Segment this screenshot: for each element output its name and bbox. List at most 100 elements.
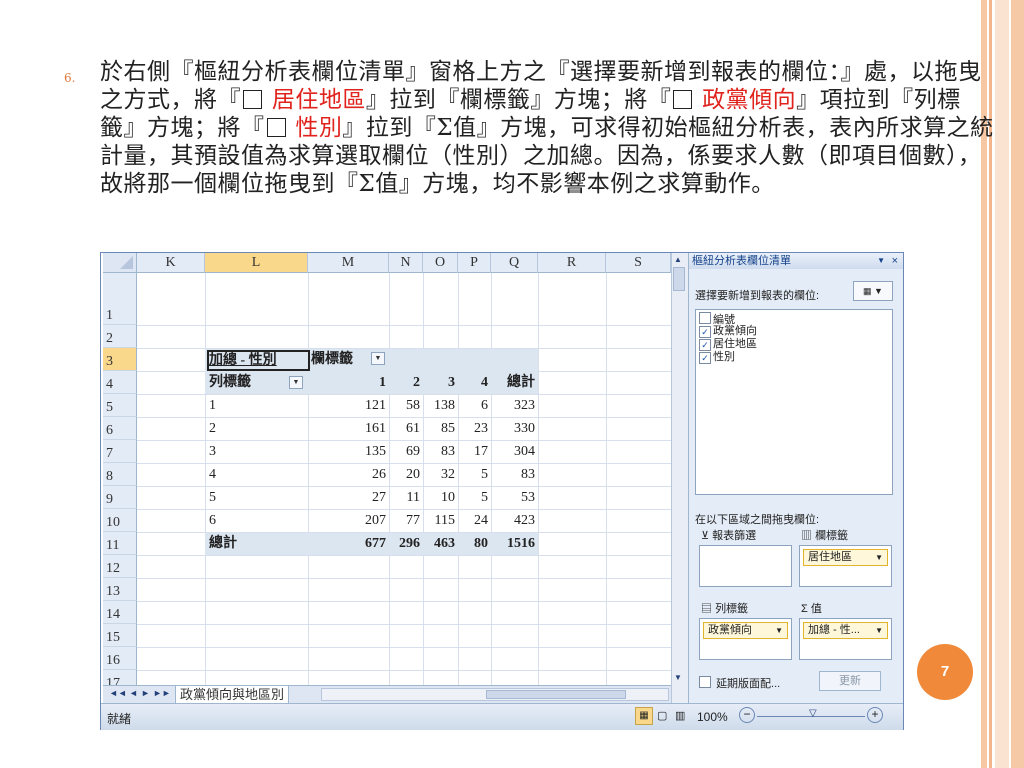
pivot-cell: 11 <box>406 490 420 505</box>
row-header[interactable]: 16 <box>103 647 137 670</box>
pivot-row-total: 330 <box>514 421 535 436</box>
row-header[interactable]: 11 <box>103 532 137 555</box>
column-header-o[interactable]: O <box>423 253 458 273</box>
field-checkbox[interactable]: ✓ <box>699 339 711 351</box>
scroll-thumb[interactable] <box>673 267 685 291</box>
field-item[interactable]: ✓ 性別 <box>699 351 735 364</box>
chevron-down-icon[interactable]: ▼ <box>875 550 883 565</box>
pivot-row-key: 2 <box>209 421 216 436</box>
next-sheet-icon[interactable]: ► <box>141 688 150 698</box>
row-header[interactable]: 17 <box>103 670 137 685</box>
pivot-cell: 23 <box>474 421 488 436</box>
field-label: 居住地區 <box>713 338 757 350</box>
zoom-in-icon[interactable]: + <box>867 707 883 723</box>
values-area[interactable]: 加總 - 性... ▼ <box>799 618 892 660</box>
row-header[interactable]: 2 <box>103 325 137 348</box>
pivot-col-key: 3 <box>448 375 455 390</box>
close-icon[interactable]: × <box>892 253 898 269</box>
update-button[interactable]: 更新 <box>819 671 881 691</box>
column-labels-area[interactable]: 居住地區 ▼ <box>799 545 892 587</box>
row-header[interactable]: 13 <box>103 578 137 601</box>
zoom-slider-thumb[interactable]: ▽ <box>809 708 817 719</box>
pane-menu-icon[interactable]: ▼ <box>877 253 885 269</box>
zoom-out-icon[interactable]: − <box>739 707 755 723</box>
zoom-level[interactable]: 100% <box>697 710 728 724</box>
row-labels-area[interactable]: 政黨傾向 ▼ <box>699 618 792 660</box>
row-header[interactable]: 12 <box>103 555 137 578</box>
layout-options-button[interactable]: ▦ ▼ <box>853 281 893 301</box>
field-checkbox[interactable]: ✓ <box>699 326 711 338</box>
drag-areas-label: 在以下區域之間拖曳欄位: <box>695 514 820 526</box>
decor-stripe <box>995 0 1009 768</box>
prev-sheet-icon[interactable]: ◄ <box>129 688 138 698</box>
normal-view-icon[interactable]: ▦ <box>635 707 653 725</box>
value-field-chip[interactable]: 加總 - 性... ▼ <box>803 622 888 639</box>
field-item[interactable]: ✓ 政黨傾向 <box>699 325 757 338</box>
page-layout-view-icon[interactable]: ▢ <box>657 709 667 722</box>
defer-layout-option[interactable]: 延期版面配... <box>699 675 780 691</box>
row-header[interactable]: 3 <box>103 348 137 371</box>
pivot-column-total: 677 <box>365 536 386 551</box>
pivot-column-total: 463 <box>434 536 455 551</box>
pivot-cell: 6 <box>481 398 488 413</box>
row-header[interactable]: 14 <box>103 601 137 624</box>
field-checkbox[interactable]: ✓ <box>699 352 711 364</box>
row-header[interactable]: 1 <box>103 273 137 325</box>
field-checklist: 編號 ✓ 政黨傾向 ✓ 居住地區 ✓ 性別 <box>695 309 893 495</box>
hscroll-thumb[interactable] <box>486 690 626 699</box>
pivot-cell: 69 <box>406 444 420 459</box>
column-field-chip[interactable]: 居住地區 ▼ <box>803 549 888 566</box>
column-header-p[interactable]: P <box>458 253 491 273</box>
worksheet-grid: K L M N O P Q R S 1 2 3 4 5 6 7 8 9 10 1… <box>103 253 671 685</box>
row-field-chip[interactable]: 政黨傾向 ▼ <box>703 622 788 639</box>
column-header-r[interactable]: R <box>538 253 606 273</box>
field-label: 性別 <box>713 351 735 363</box>
pivot-corner-label[interactable]: 加總 - 性別 <box>207 350 310 371</box>
row-header[interactable]: 6 <box>103 417 137 440</box>
pivot-grand-total: 1516 <box>507 536 535 551</box>
pivot-cell: 5 <box>481 490 488 505</box>
row-header[interactable]: 15 <box>103 624 137 647</box>
pivot-cell: 17 <box>474 444 488 459</box>
last-sheet-icon[interactable]: ►► <box>153 688 171 698</box>
vertical-scrollbar[interactable]: ▲ ▼ <box>671 253 688 703</box>
row-header[interactable]: 10 <box>103 509 137 532</box>
pivot-row-total: 423 <box>514 513 535 528</box>
pivot-total-label: 總計 <box>209 536 237 551</box>
pivot-row-key: 4 <box>209 467 216 482</box>
chevron-down-icon[interactable]: ▼ <box>875 623 883 638</box>
row-header[interactable]: 4 <box>103 371 137 394</box>
row-header[interactable]: 9 <box>103 486 137 509</box>
chevron-down-icon[interactable]: ▼ <box>775 623 783 638</box>
pivot-col-labels-title[interactable]: 欄標籤 <box>311 350 353 369</box>
field-item[interactable]: ✓ 居住地區 <box>699 338 757 351</box>
report-filter-area[interactable] <box>699 545 792 587</box>
first-sheet-icon[interactable]: ◄◄ <box>109 688 127 698</box>
column-header-q[interactable]: Q <box>491 253 538 273</box>
row-header[interactable]: 5 <box>103 394 137 417</box>
decor-stripe <box>1011 0 1024 768</box>
column-header-m[interactable]: M <box>308 253 389 273</box>
sheet-tab[interactable]: 政黨傾向與地區別 <box>175 686 290 704</box>
sigma-icon: Σ <box>801 603 808 615</box>
column-header-l[interactable]: L <box>205 253 308 273</box>
field-checkbox[interactable] <box>699 312 711 324</box>
defer-checkbox[interactable] <box>699 676 711 688</box>
column-header-k[interactable]: K <box>137 253 205 273</box>
rows-icon: ▤ <box>701 603 712 615</box>
scroll-down-arrow[interactable]: ▼ <box>674 673 682 682</box>
col-labels-filter-button[interactable]: ▼ <box>371 352 385 365</box>
pivot-cell: 10 <box>441 490 455 505</box>
pivot-cell: 161 <box>365 421 386 436</box>
horizontal-scrollbar[interactable] <box>321 688 669 701</box>
row-labels-filter-button[interactable]: ▼ <box>289 376 303 389</box>
select-all-corner[interactable] <box>103 253 137 273</box>
column-header-s[interactable]: S <box>606 253 671 273</box>
column-header-n[interactable]: N <box>389 253 423 273</box>
scroll-up-arrow[interactable]: ▲ <box>674 255 682 264</box>
pivot-row-labels-title[interactable]: 列標籤 <box>209 373 251 392</box>
pivot-cell: 115 <box>434 513 455 528</box>
row-header[interactable]: 8 <box>103 463 137 486</box>
row-header[interactable]: 7 <box>103 440 137 463</box>
page-break-view-icon[interactable]: ▥ <box>675 709 685 722</box>
